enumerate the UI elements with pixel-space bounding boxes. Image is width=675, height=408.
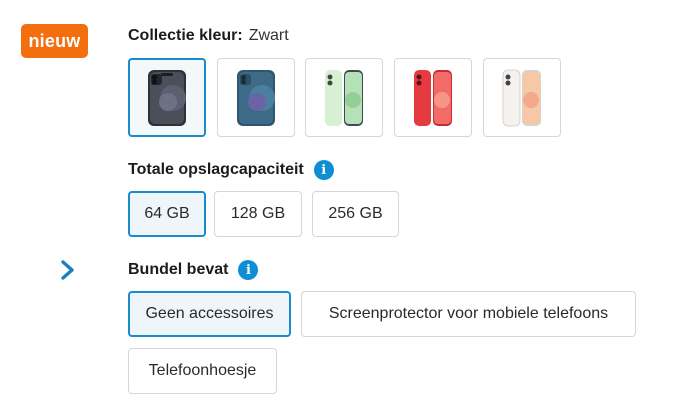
storage-option-256gb[interactable]: 256 GB [312, 191, 399, 237]
bundle-label: Bundel bevat [128, 261, 229, 278]
bundle-option-geen-accessoires[interactable]: Geen accessoires [128, 291, 291, 337]
bundle-option-label: Screenprotector voor mobiele telefoons [328, 305, 609, 322]
bundle-option-screenprotector[interactable]: Screenprotector voor mobiele telefoons [301, 291, 636, 337]
phone-image-blauw [237, 69, 275, 126]
storage-option-label: 64 GB [144, 205, 190, 222]
bundle-option-label: Telefoonhoesje [148, 362, 257, 379]
new-badge-label: nieuw [28, 30, 81, 51]
bundle-heading: Bundel bevat i [128, 260, 259, 280]
bundle-option-telefoonhoesje[interactable]: Telefoonhoesje [128, 348, 277, 394]
color-heading: Collectie kleur: Zwart [128, 27, 289, 45]
info-icon[interactable]: i [313, 160, 334, 180]
bundle-option-label: Geen accessoires [145, 305, 274, 322]
color-swatch-blauw[interactable] [217, 58, 295, 137]
color-swatch-wit[interactable] [483, 58, 561, 137]
phone-image-groen [325, 69, 363, 126]
storage-heading: Totale opslagcapaciteit i [128, 160, 334, 180]
phone-image-rood [414, 69, 452, 126]
color-label: Collectie kleur: [128, 27, 243, 44]
storage-option-64gb[interactable]: 64 GB [128, 191, 206, 237]
color-swatch-rood[interactable] [394, 58, 472, 137]
phone-image-zwart [148, 69, 186, 126]
color-swatch-zwart[interactable] [128, 58, 206, 137]
color-swatch-groen[interactable] [305, 58, 383, 137]
storage-option-128gb[interactable]: 128 GB [214, 191, 302, 237]
phone-image-wit [502, 69, 541, 126]
new-badge: nieuw [21, 24, 88, 58]
storage-option-label: 256 GB [328, 205, 383, 222]
info-icon[interactable]: i [238, 260, 259, 280]
storage-label: Totale opslagcapaciteit [128, 161, 304, 178]
color-selected-value: Zwart [248, 27, 289, 44]
chevron-right-icon[interactable] [58, 259, 78, 281]
storage-option-label: 128 GB [230, 205, 286, 222]
